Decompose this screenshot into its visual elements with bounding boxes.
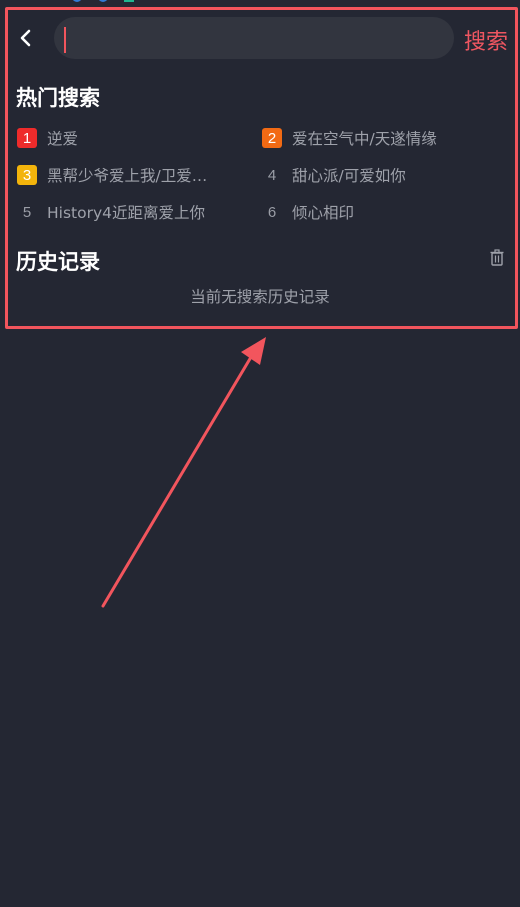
annotation-arrow — [101, 337, 266, 608]
